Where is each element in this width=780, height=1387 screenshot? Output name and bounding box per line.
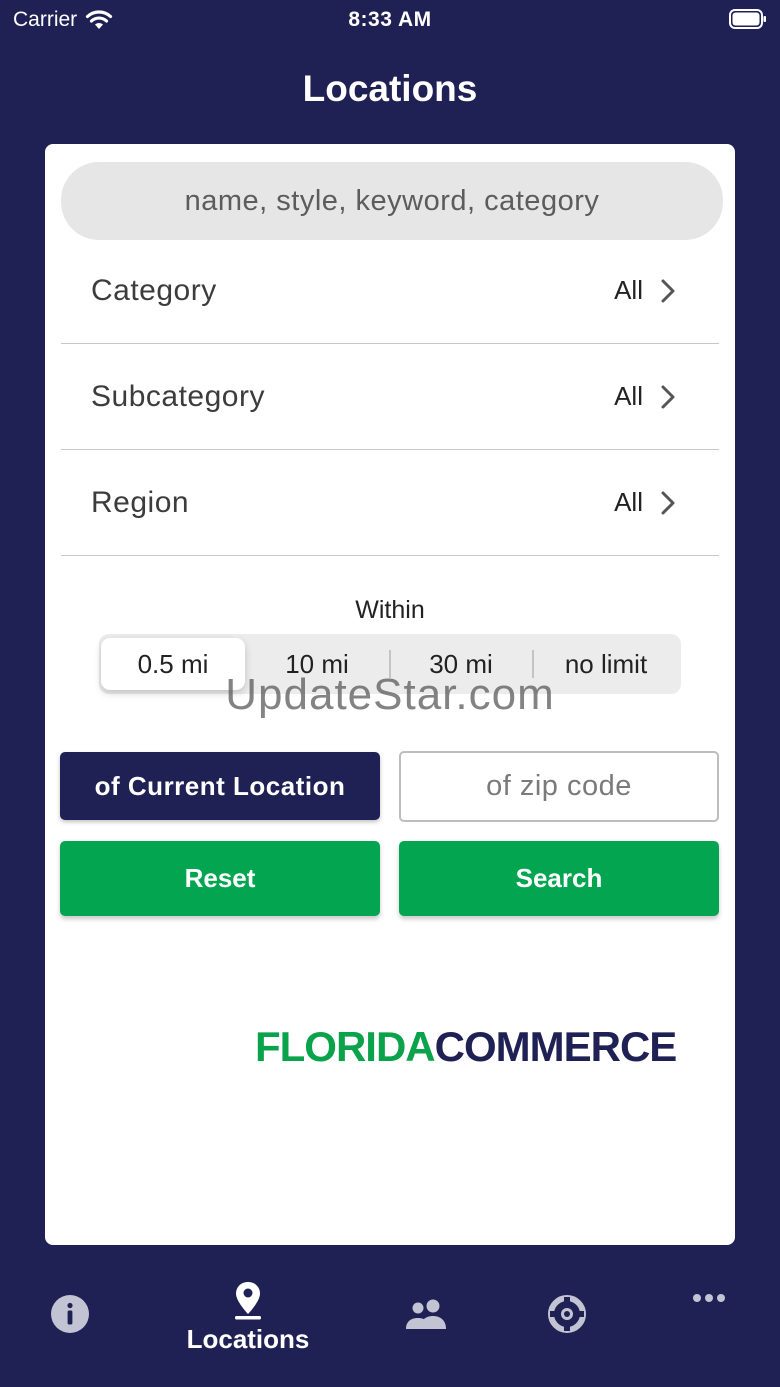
- chevron-right-icon: [661, 385, 675, 408]
- filter-subcategory-row[interactable]: Subcategory All: [61, 344, 719, 450]
- filter-region-row[interactable]: Region All: [61, 450, 719, 556]
- filter-category-row[interactable]: Category All: [61, 238, 719, 344]
- filter-region-label: Region: [91, 485, 190, 519]
- battery-icon: [729, 9, 766, 29]
- filter-category-label: Category: [91, 273, 217, 307]
- florida-commerce-logo: FLORIDA COMMERCE: [255, 1023, 715, 1070]
- search-input[interactable]: [61, 162, 723, 240]
- tab-locations[interactable]: Locations: [170, 1280, 326, 1355]
- more-icon: [693, 1294, 725, 1302]
- status-bar: Carrier 8:33 AM: [0, 0, 780, 40]
- filter-subcategory-value: All: [614, 381, 643, 411]
- tab-people[interactable]: [404, 1298, 448, 1330]
- tab-locations-label: Locations: [186, 1324, 310, 1354]
- current-location-button[interactable]: of Current Location: [60, 752, 380, 820]
- info-icon: [51, 1295, 89, 1333]
- search-button[interactable]: Search: [399, 841, 719, 916]
- logo-text-florida: FLORIDA: [255, 1023, 436, 1070]
- filter-region-value: All: [614, 487, 643, 517]
- tab-info[interactable]: [50, 1294, 90, 1334]
- watermark: UpdateStar.com: [225, 670, 555, 719]
- filter-subcategory-label: Subcategory: [91, 379, 265, 413]
- logo-text-commerce: COMMERCE: [434, 1023, 678, 1070]
- tab-more[interactable]: [692, 1292, 726, 1304]
- page-title: Locations: [302, 68, 478, 109]
- tab-bar: Locations: [0, 1262, 780, 1387]
- reset-button[interactable]: Reset: [60, 841, 380, 916]
- people-icon: [406, 1299, 446, 1329]
- support-icon: [548, 1295, 586, 1333]
- zip-code-input[interactable]: [399, 751, 719, 822]
- search-form-card: Category All Subcategory All Region All …: [45, 144, 735, 1245]
- filter-category-value: All: [614, 275, 643, 305]
- status-time: 8:33 AM: [348, 8, 432, 31]
- chevron-right-icon: [661, 279, 675, 302]
- chevron-right-icon: [661, 491, 675, 514]
- location-pin-icon: [235, 1282, 261, 1320]
- distance-label: Within: [355, 596, 425, 624]
- tab-support[interactable]: [547, 1294, 587, 1334]
